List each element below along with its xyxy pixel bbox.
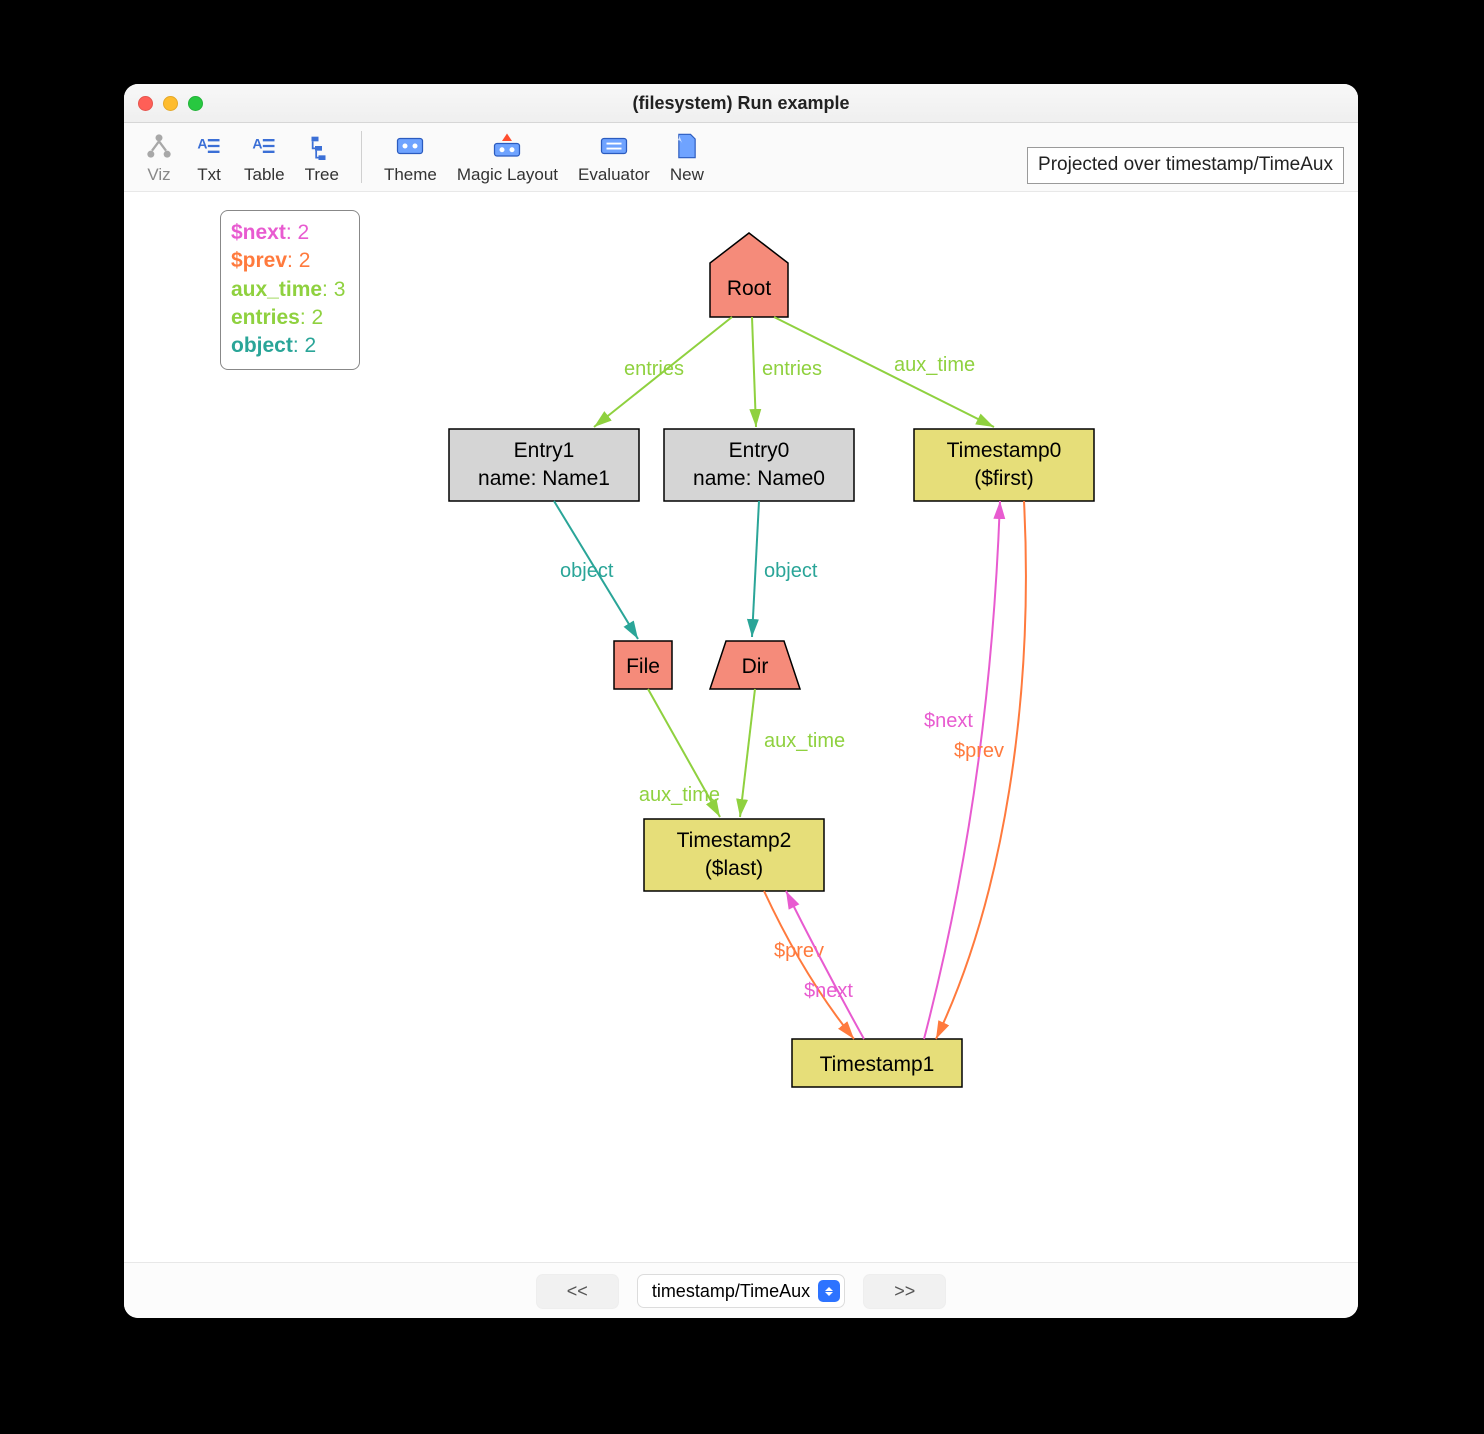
node-timestamp0[interactable]: Timestamp0 ($first)	[914, 429, 1094, 501]
svg-text:Entry1: Entry1	[514, 439, 575, 462]
svg-text:aux_time: aux_time	[764, 730, 845, 752]
app-window: (filesystem) Run example Viz A Txt A Tab…	[124, 84, 1358, 1318]
svg-text:name: Name0: name: Name0	[693, 467, 825, 490]
node-root[interactable]: Root	[710, 233, 788, 317]
projection-select[interactable]: timestamp/TimeAux	[637, 1274, 845, 1308]
tab-txt-label: Txt	[197, 165, 221, 185]
tab-tree[interactable]: Tree	[295, 131, 349, 185]
svg-text:$next: $next	[924, 710, 973, 732]
evaluator-icon	[599, 131, 629, 161]
toolbar-separator	[361, 131, 362, 183]
new-button[interactable]: New	[660, 131, 714, 185]
magic-layout-icon	[492, 131, 522, 161]
new-label: New	[670, 165, 704, 185]
tab-tree-label: Tree	[305, 165, 339, 185]
svg-text:Root: Root	[727, 277, 772, 300]
evaluator-label: Evaluator	[578, 165, 650, 185]
theme-icon	[395, 131, 425, 161]
viz-icon	[144, 131, 174, 161]
svg-text:A: A	[253, 135, 263, 151]
svg-text:name: Name1: name: Name1	[478, 467, 610, 490]
projection-select-label: timestamp/TimeAux	[652, 1281, 810, 1302]
svg-text:entries: entries	[624, 358, 684, 380]
close-icon[interactable]	[138, 96, 153, 111]
theme-label: Theme	[384, 165, 437, 185]
titlebar: (filesystem) Run example	[124, 84, 1358, 123]
svg-text:Timestamp2: Timestamp2	[677, 829, 792, 852]
node-timestamp1[interactable]: Timestamp1	[792, 1039, 962, 1087]
svg-text:object: object	[764, 560, 818, 582]
svg-text:$next: $next	[804, 980, 853, 1002]
chevrons-icon	[818, 1280, 840, 1302]
svg-text:aux_time: aux_time	[639, 784, 720, 806]
footer: << timestamp/TimeAux >>	[124, 1262, 1358, 1318]
prev-button[interactable]: <<	[536, 1274, 619, 1309]
node-entry1[interactable]: Entry1 name: Name1	[449, 429, 639, 501]
tab-txt[interactable]: A Txt	[184, 131, 234, 185]
evaluator-button[interactable]: Evaluator	[568, 131, 660, 185]
magic-layout-button[interactable]: Magic Layout	[447, 131, 568, 185]
svg-text:$prev: $prev	[954, 740, 1004, 762]
next-button[interactable]: >>	[863, 1274, 946, 1309]
theme-button[interactable]: Theme	[374, 131, 447, 185]
toolbar: Viz A Txt A Table Tree	[124, 123, 1358, 192]
node-timestamp2[interactable]: Timestamp2 ($last)	[644, 819, 824, 891]
svg-text:object: object	[560, 560, 614, 582]
tab-viz[interactable]: Viz	[134, 131, 184, 185]
minimize-icon[interactable]	[163, 96, 178, 111]
window-title: (filesystem) Run example	[124, 93, 1358, 114]
tree-icon	[307, 131, 337, 161]
tab-viz-label: Viz	[147, 165, 170, 185]
svg-text:($first): ($first)	[974, 467, 1034, 490]
table-icon: A	[249, 131, 279, 161]
svg-text:Timestamp1: Timestamp1	[820, 1053, 935, 1076]
svg-text:aux_time: aux_time	[894, 354, 975, 376]
node-file[interactable]: File	[614, 641, 672, 689]
zoom-icon[interactable]	[188, 96, 203, 111]
node-dir[interactable]: Dir	[710, 641, 800, 689]
tab-table-label: Table	[244, 165, 285, 185]
svg-text:entries: entries	[762, 358, 822, 380]
svg-text:File: File	[626, 655, 660, 678]
node-entry0[interactable]: Entry0 name: Name0	[664, 429, 854, 501]
svg-text:A: A	[197, 135, 207, 151]
projection-label: Projected over timestamp/TimeAux	[1027, 147, 1344, 184]
tab-table[interactable]: A Table	[234, 131, 295, 185]
txt-icon: A	[194, 131, 224, 161]
magic-layout-label: Magic Layout	[457, 165, 558, 185]
svg-text:Timestamp0: Timestamp0	[947, 439, 1062, 462]
graph-canvas[interactable]: $next: 2 $prev: 2 aux_time: 3 entries: 2…	[124, 192, 1358, 1262]
svg-text:($last): ($last)	[705, 857, 763, 880]
svg-text:Dir: Dir	[742, 655, 769, 678]
svg-text:Entry0: Entry0	[729, 439, 790, 462]
new-icon	[672, 131, 702, 161]
graph-svg: Root entries entries aux_time Entry1 nam…	[124, 192, 1358, 1262]
window-controls	[124, 96, 203, 111]
